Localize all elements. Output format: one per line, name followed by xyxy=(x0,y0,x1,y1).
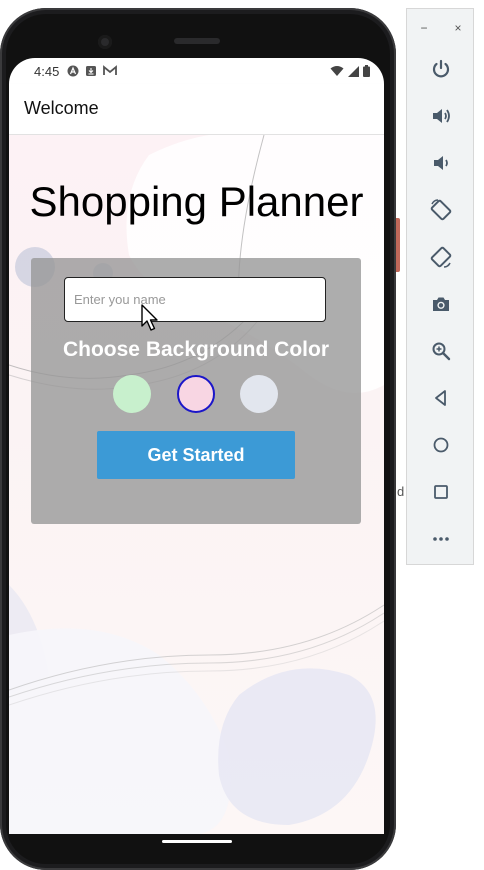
camera-icon[interactable] xyxy=(421,284,461,324)
a-icon xyxy=(67,65,79,77)
rotate-right-icon[interactable] xyxy=(421,237,461,277)
app-header: Welcome xyxy=(9,84,384,135)
volume-up-icon[interactable] xyxy=(421,96,461,136)
emulator-toolbar: − × xyxy=(406,8,474,565)
signal-icon xyxy=(348,65,359,77)
status-bar: 4:45 xyxy=(9,58,384,84)
download-icon xyxy=(86,66,97,76)
phone-screen: 4:45 Welcome Shopping Planner Enter you … xyxy=(9,58,384,834)
status-notification-icons xyxy=(67,65,118,77)
wifi-icon xyxy=(330,66,344,76)
more-icon[interactable] xyxy=(421,519,461,559)
battery-icon xyxy=(363,65,370,77)
window-controls: − × xyxy=(407,21,475,35)
front-camera xyxy=(98,35,112,49)
back-icon[interactable] xyxy=(421,378,461,418)
overview-icon[interactable] xyxy=(421,472,461,512)
home-indicator[interactable] xyxy=(162,840,232,843)
home-icon[interactable] xyxy=(421,425,461,465)
color-swatch-green[interactable] xyxy=(113,375,151,413)
color-swatch-pink[interactable] xyxy=(177,375,215,413)
color-swatch-grey[interactable] xyxy=(240,375,278,413)
gmail-icon xyxy=(103,65,118,75)
status-time: 4:45 xyxy=(34,63,60,79)
zoom-icon[interactable] xyxy=(421,331,461,371)
start-card: Choose Background Color Get Started xyxy=(31,258,361,524)
volume-down-icon[interactable] xyxy=(421,143,461,183)
rotate-left-icon[interactable] xyxy=(421,190,461,230)
stray-text: d xyxy=(397,484,405,499)
minimize-button[interactable]: − xyxy=(420,21,427,35)
mouse-cursor-icon xyxy=(141,304,158,331)
power-icon[interactable] xyxy=(421,49,461,89)
choose-color-label: Choose Background Color xyxy=(62,338,330,361)
earpiece-speaker xyxy=(174,38,220,44)
get-started-button[interactable]: Get Started xyxy=(97,431,295,479)
name-input[interactable] xyxy=(64,277,326,322)
status-system-icons xyxy=(330,65,370,77)
close-button[interactable]: × xyxy=(454,21,461,35)
phone-side-button[interactable] xyxy=(396,218,400,272)
page-title: Shopping Planner xyxy=(29,178,364,225)
header-title: Welcome xyxy=(24,98,99,118)
